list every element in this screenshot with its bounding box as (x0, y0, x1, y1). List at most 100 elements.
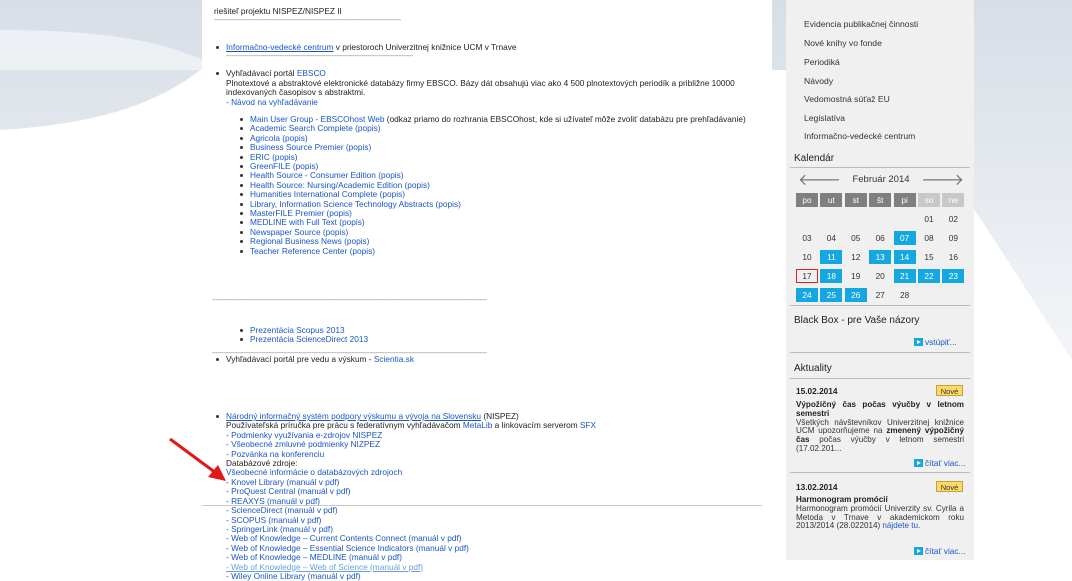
calendar-day[interactable]: 07 (893, 231, 916, 245)
guide-text: a linkovacím serverom (492, 420, 580, 431)
calendar-day[interactable]: 28 (894, 288, 916, 302)
menu-item-periodika[interactable]: Periodiká (804, 57, 840, 67)
calendar-day[interactable]: 11 (820, 250, 843, 264)
weekday-header: st (844, 193, 867, 207)
metalib-link[interactable]: MetaLib (463, 420, 493, 430)
menu-item-legislativa[interactable]: Legislatíva (804, 113, 845, 123)
calendar-title: Kalendár (794, 153, 835, 164)
news-text: . (917, 521, 921, 531)
next-month-icon[interactable]: 🡒 (921, 173, 964, 189)
divider (790, 378, 970, 379)
weekday-header: pi (893, 193, 916, 207)
read-more-label: čítať viac... (925, 546, 966, 556)
calendar-day[interactable]: 23 (942, 269, 965, 283)
calendar-day[interactable]: 16 (942, 250, 964, 264)
scientia-list: Prezentácia Scopus 2013 Prezentácia Scie… (214, 325, 538, 345)
dashed-separator: ----------------------------------------… (212, 297, 487, 304)
annotation-arrow-icon (169, 437, 226, 481)
news-text: počas výučby v letnom semestri (17.02.20… (796, 435, 964, 453)
list-item-ebsco: Vyhľadávací portál EBSCO Plnotextové a a… (214, 69, 756, 97)
calendar-day[interactable]: 17 (796, 269, 818, 283)
calendar-day[interactable]: 15 (918, 250, 940, 264)
calendar-day[interactable]: 10 (796, 250, 818, 264)
dashed-separator: ----------------------------------------… (214, 17, 401, 24)
calendar-day[interactable]: 14 (893, 250, 916, 264)
list-item[interactable]: Prezentácia ScienceDirect 2013 (238, 335, 538, 344)
menu-item-sutaz[interactable]: Vedomostná súťaž EU (804, 94, 890, 104)
calendar-day[interactable]: 03 (796, 231, 818, 245)
menu-item-navody[interactable]: Návody (804, 76, 833, 86)
calendar-day[interactable]: 19 (845, 269, 867, 283)
calendar-day[interactable]: 05 (845, 231, 867, 245)
new-badge: Nové (936, 481, 963, 492)
news-headline[interactable]: Výpožičný čas počas výučby v letnom seme… (796, 400, 964, 418)
sciencedirect-presentation-link[interactable]: Prezentácia ScienceDirect 2013 (250, 334, 368, 344)
dashed-separator: ----------------------------------------… (212, 350, 487, 357)
mug-rest: (odkaz priamo do rozhrania EBSCOhost, kd… (384, 114, 746, 124)
calendar-day[interactable]: 18 (820, 269, 843, 283)
list-item[interactable]: Business Source Premier (popis) (238, 143, 758, 152)
menu-item-evidencia[interactable]: Evidencia publikačnej činnosti (804, 19, 918, 29)
blackbox-enter-link[interactable]: vstúpiť... (914, 337, 957, 347)
calendar: 🡐 Február 2014 🡒 po ut st št pi so ne 01 02 03 04 0… (796, 171, 966, 302)
navod-link[interactable]: - Návod na vyhľadávanie (226, 97, 318, 107)
ebsco-description: Plnotextové a abstraktové elektronické d… (226, 77, 735, 98)
play-icon (914, 459, 923, 467)
weekday-header: ne (942, 193, 965, 207)
ivc-rest: v priestoroch Univerzitnej knižnice UCM … (333, 42, 517, 52)
calendar-day[interactable]: 21 (893, 269, 916, 283)
sidebar: Evidencia publikačnej činnosti Nové knih… (786, 0, 974, 560)
calendar-day[interactable]: 04 (820, 231, 842, 245)
calendar-day[interactable]: 12 (845, 250, 867, 264)
calendar-divider (790, 167, 970, 168)
read-more-label: čítať viac... (925, 458, 966, 468)
navod-link-text[interactable]: - Návod na vyhľadávanie (226, 97, 318, 107)
weekday-header: po (796, 193, 818, 207)
divider (790, 472, 970, 473)
calendar-day[interactable]: 26 (844, 288, 867, 302)
news-title: Aktuality (794, 363, 832, 374)
sfx-link[interactable]: SFX (580, 420, 596, 430)
read-more-link[interactable]: čítať viac... (914, 458, 965, 468)
menu-item-ivc[interactable]: Informačno-vedecké centrum (804, 131, 915, 141)
news-date: 15.02.2014 (796, 386, 838, 396)
news-inline-link[interactable]: nájdete tu (882, 521, 918, 530)
calendar-day[interactable]: 22 (918, 269, 940, 283)
list-item[interactable]: Teacher Reference Center (popis) (238, 246, 758, 256)
list-item-ivc: Informačno-vedecké centrum v priestoroch… (214, 42, 746, 52)
dashed-separator: ----------------------------------------… (226, 53, 413, 60)
news-item: Harmonogram promócií Harmonogram promóci… (796, 495, 964, 531)
menu-item-nove-knihy[interactable]: Nové knihy vo fonde (804, 38, 882, 48)
new-badge: Nové (936, 385, 963, 396)
ivc-link[interactable]: Informačno-vedecké centrum (226, 42, 333, 52)
calendar-day[interactable]: 13 (869, 250, 892, 264)
calendar-day[interactable]: 20 (869, 269, 891, 283)
main-content: riešiteľ projektu NISPEZ/NISPEZ II -----… (202, 0, 772, 581)
blackbox-title: Black Box - pre Vaše názory (794, 315, 920, 326)
read-more-link[interactable]: čítať viac... (914, 546, 965, 556)
project-line: riešiteľ projektu NISPEZ/NISPEZ II (214, 6, 342, 16)
ebsco-link[interactable]: EBSCO (297, 68, 326, 78)
calendar-day[interactable]: 02 (942, 212, 964, 226)
list-item[interactable]: Academic Search Complete (popis) (238, 124, 758, 133)
content-bottom-divider (202, 505, 762, 506)
db-manual-link[interactable]: - Wiley Online Library (manuál v pdf) (226, 571, 361, 581)
ebsco-prefix: Vyhľadávací portál (226, 68, 297, 79)
blackbox-link-label: vstúpiť... (925, 337, 957, 347)
calendar-day[interactable]: 08 (918, 231, 940, 245)
calendar-day[interactable]: 01 (918, 212, 940, 226)
list-item-nispez: Národný informačný systém podpory výskum… (214, 411, 756, 581)
calendar-day[interactable]: 27 (869, 288, 891, 302)
db-link[interactable]: Teacher Reference Center (popis) (250, 246, 375, 256)
calendar-header: 🡐 Február 2014 🡒 (796, 171, 966, 191)
calendar-day[interactable]: 09 (942, 231, 964, 245)
calendar-day[interactable]: 24 (796, 288, 818, 302)
news-date: 13.02.2014 (796, 482, 838, 492)
news-headline[interactable]: Harmonogram promócií (796, 495, 888, 504)
divider (790, 352, 970, 353)
news-item: Výpožičný čas počas výučby v letnom seme… (796, 400, 964, 454)
calendar-day[interactable]: 25 (820, 288, 843, 302)
weekday-header: so (918, 193, 940, 207)
ebsco-db-list: Main User Group - EBSCOhost Web (odkaz p… (214, 114, 758, 256)
calendar-day[interactable]: 06 (869, 231, 891, 245)
